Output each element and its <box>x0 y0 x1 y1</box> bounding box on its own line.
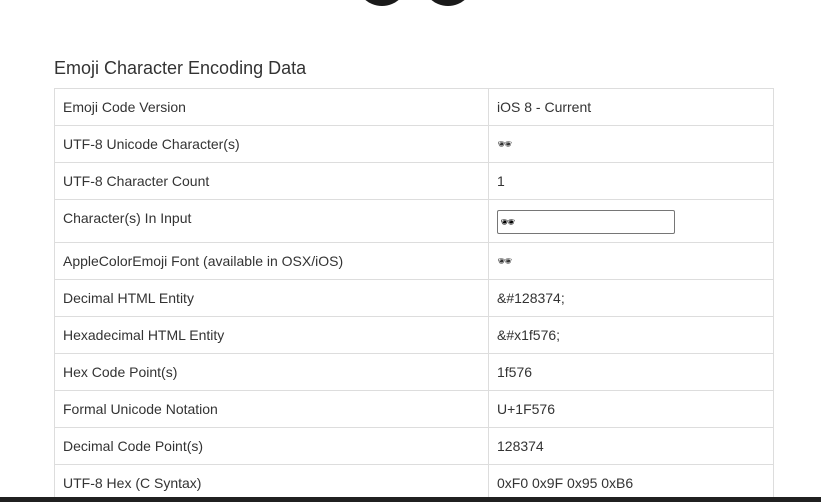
table-row: Decimal Code Point(s) 128374 <box>54 427 774 465</box>
row-label: AppleColorEmoji Font (available in OSX/i… <box>54 242 489 280</box>
row-value: 🕶 <box>488 242 774 280</box>
row-value: 🕶 <box>488 125 774 163</box>
table-row: UTF-8 Character Count 1 <box>54 162 774 200</box>
row-value: U+1F576 <box>488 390 774 428</box>
sunglasses-icon <box>365 0 465 6</box>
table-row: Decimal HTML Entity &#128374; <box>54 279 774 317</box>
row-value: 128374 <box>488 427 774 465</box>
table-row: Emoji Code Version iOS 8 - Current <box>54 88 774 126</box>
row-label: Formal Unicode Notation <box>54 390 489 428</box>
section-title: Emoji Character Encoding Data <box>54 58 307 78</box>
table-row: Hexadecimal HTML Entity &#x1f576; <box>54 316 774 354</box>
table-row: UTF-8 Hex (C Syntax) 0xF0 0x9F 0x95 0xB6 <box>54 464 774 502</box>
row-value: 1f576 <box>488 353 774 391</box>
table-row: Formal Unicode Notation U+1F576 <box>54 390 774 428</box>
table-row: Character(s) In Input <box>54 199 774 243</box>
row-label: UTF-8 Hex (C Syntax) <box>54 464 489 502</box>
row-value: 1 <box>488 162 774 200</box>
character-input[interactable] <box>497 209 675 234</box>
row-label: Character(s) In Input <box>54 199 489 243</box>
row-value: &#128374; <box>488 279 774 317</box>
row-label: Decimal Code Point(s) <box>54 427 489 465</box>
table-row: Hex Code Point(s) 1f576 <box>54 353 774 391</box>
row-label: Emoji Code Version <box>54 88 489 126</box>
row-label: Hex Code Point(s) <box>54 353 489 391</box>
row-label: Hexadecimal HTML Entity <box>54 316 489 354</box>
row-value: 0xF0 0x9F 0x95 0xB6 <box>488 464 774 502</box>
table-row: AppleColorEmoji Font (available in OSX/i… <box>54 242 774 280</box>
row-value <box>488 199 774 243</box>
bottom-bar <box>0 497 821 502</box>
row-value: iOS 8 - Current <box>488 88 774 126</box>
row-label: Decimal HTML Entity <box>54 279 489 317</box>
row-value: &#x1f576; <box>488 316 774 354</box>
page: Emoji Character Encoding Data Emoji Code… <box>0 0 821 502</box>
encoding-table: Emoji Code Version iOS 8 - Current UTF-8… <box>54 88 774 502</box>
row-label: UTF-8 Unicode Character(s) <box>54 125 489 163</box>
table-row: UTF-8 Unicode Character(s) 🕶 <box>54 125 774 163</box>
row-label: UTF-8 Character Count <box>54 162 489 200</box>
